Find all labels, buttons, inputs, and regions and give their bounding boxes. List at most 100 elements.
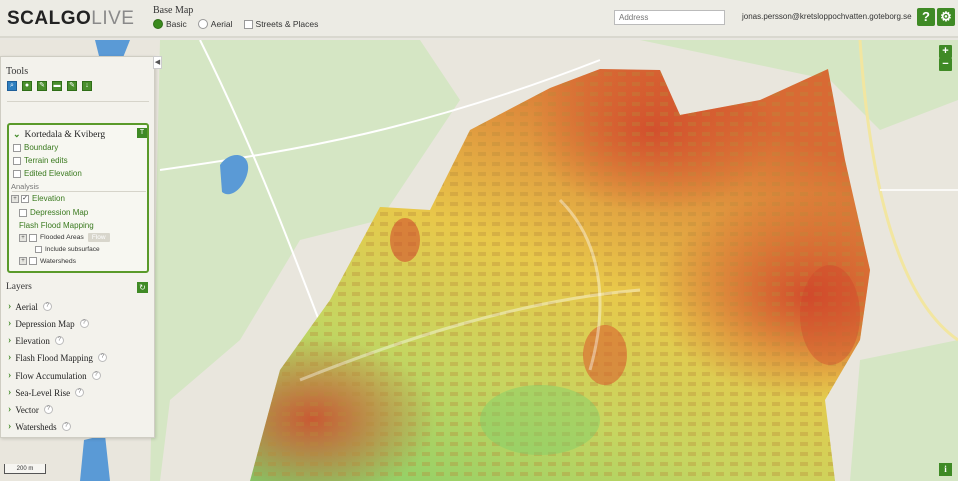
checkbox-edited-elevation[interactable]	[13, 169, 21, 178]
basemap-streets-label: Streets & Places	[255, 19, 319, 29]
chevron-right-icon: ›	[8, 404, 12, 415]
tools-title: Tools	[6, 66, 29, 77]
scalgo-logo[interactable]: SCALGOLIVE	[7, 8, 134, 30]
project-title: Kortedala & Kviberg	[24, 129, 106, 140]
tools-toolbar: ⌕ ● ✎ ▬ ✎ ↓	[7, 81, 92, 91]
checkbox-terrain-edits[interactable]	[13, 156, 21, 165]
help-button[interactable]: ?	[917, 8, 935, 26]
chevron-down-icon[interactable]: ⌄	[13, 129, 21, 140]
label-boundary: Boundary	[24, 143, 59, 152]
help-icon[interactable]: ?	[79, 319, 89, 328]
layer-item-watersheds[interactable]: › Watersheds ?	[8, 421, 71, 432]
include-subsurface[interactable]: Include subsurface	[35, 246, 100, 253]
refresh-icon[interactable]: ↻	[137, 282, 148, 293]
help-icon[interactable]: ?	[91, 371, 101, 380]
search-icon[interactable]: ⌕	[7, 81, 17, 91]
layer-item-depression-map[interactable]: › Depression Map ?	[8, 318, 89, 329]
scale-bar: 200 m	[4, 464, 46, 474]
basemap-basic-label: Basic	[166, 19, 187, 29]
analysis-watersheds[interactable]: + Watersheds	[19, 257, 76, 265]
help-icon[interactable]: ?	[43, 405, 53, 414]
expand-icon[interactable]: +	[19, 233, 27, 242]
pencil-icon[interactable]: ✎	[37, 81, 47, 91]
analysis-flash-flood: Flash Flood Mapping	[19, 221, 94, 230]
layer-terrain-edits[interactable]: Terrain edits	[13, 156, 68, 165]
project-tools-button[interactable]: T	[137, 128, 147, 138]
top-bar: SCALGOLIVE Base Map Basic Aerial Streets…	[0, 0, 958, 38]
layer-label: Aerial	[15, 301, 38, 312]
help-icon[interactable]: ?	[97, 353, 107, 362]
address-input[interactable]	[614, 10, 725, 25]
logo-sub: LIVE	[91, 8, 135, 29]
checkbox-streets[interactable]	[243, 19, 253, 29]
project-panel: ⌄ Kortedala & Kviberg T Boundary Terrain…	[7, 123, 149, 273]
layer-item-elevation[interactable]: › Elevation ?	[8, 335, 64, 346]
basemap-option-basic[interactable]: Basic	[153, 19, 187, 29]
basemap-option-aerial[interactable]: Aerial	[197, 19, 233, 29]
layer-item-aerial[interactable]: › Aerial ?	[8, 301, 52, 312]
label-flash-flood: Flash Flood Mapping	[19, 221, 94, 230]
collapse-panel-button[interactable]: ◀	[153, 56, 162, 69]
basemap-aerial-label: Aerial	[210, 19, 233, 29]
label-depression-map: Depression Map	[30, 208, 89, 217]
layer-item-sea-level-rise[interactable]: › Sea-Level Rise ?	[8, 387, 85, 398]
checkbox-elevation[interactable]: ✓	[21, 194, 29, 203]
expand-icon[interactable]: +	[11, 194, 19, 203]
gear-icon: ⚙	[940, 9, 952, 24]
basemap-option-streets[interactable]: Streets & Places	[243, 19, 319, 29]
pencil-icon[interactable]: ✎	[67, 81, 77, 91]
zoom-out-button[interactable]: −	[939, 58, 952, 71]
layer-item-flow-accumulation[interactable]: › Flow Accumulation ?	[8, 370, 101, 381]
layer-label: Elevation	[15, 335, 50, 346]
label-terrain-edits: Terrain edits	[24, 156, 68, 165]
layer-boundary[interactable]: Boundary	[13, 143, 58, 152]
analysis-elevation[interactable]: + ✓ Elevation	[11, 194, 65, 203]
analysis-flooded-areas[interactable]: + Flooded Areas Flow	[19, 233, 110, 242]
project-header[interactable]: ⌄ Kortedala & Kviberg	[13, 129, 105, 140]
layer-label: Depression Map	[15, 318, 75, 329]
layer-item-flash-flood[interactable]: › Flash Flood Mapping ?	[8, 352, 107, 363]
basemap-title: Base Map	[153, 5, 194, 16]
label-elevation: Elevation	[32, 194, 65, 203]
analysis-depression-map[interactable]: Depression Map	[19, 208, 88, 217]
zoom-in-button[interactable]: +	[939, 45, 952, 58]
layers-title: Layers	[6, 282, 32, 292]
chevron-right-icon: ›	[8, 387, 12, 398]
logo-main: SCALGO	[7, 8, 92, 29]
radio-aerial[interactable]	[197, 19, 208, 29]
basemap-selector: Base Map Basic Aerial Streets & Places	[153, 5, 323, 29]
checkbox-depression-map[interactable]	[19, 208, 27, 217]
layer-item-vector[interactable]: › Vector ?	[8, 404, 53, 415]
checkbox-flooded-areas[interactable]	[29, 233, 37, 242]
radio-basic[interactable]	[153, 19, 163, 29]
layer-label: Flash Flood Mapping	[15, 352, 93, 363]
checkbox-watersheds[interactable]	[29, 257, 37, 265]
info-button[interactable]: i	[939, 463, 952, 476]
help-icon[interactable]: ?	[42, 302, 52, 311]
user-email[interactable]: jonas.persson@kretsloppochvatten.gotebor…	[742, 12, 912, 21]
settings-button[interactable]: ⚙	[937, 8, 955, 26]
help-icon[interactable]: ?	[54, 336, 64, 345]
checkbox-boundary[interactable]	[13, 143, 21, 152]
analysis-divider	[12, 191, 146, 192]
divider	[7, 101, 149, 102]
flow-button[interactable]: Flow	[87, 233, 110, 242]
layer-edited-elevation[interactable]: Edited Elevation	[13, 169, 82, 178]
help-icon[interactable]: ?	[61, 422, 71, 431]
chevron-right-icon: ›	[8, 335, 12, 346]
chevron-right-icon: ›	[8, 370, 12, 381]
expand-icon[interactable]: +	[19, 257, 27, 265]
analysis-label: Analysis	[11, 182, 39, 191]
checkbox-include-subsurface[interactable]	[35, 246, 42, 253]
marker-icon[interactable]: ●	[22, 81, 32, 91]
layer-label: Flow Accumulation	[15, 370, 87, 381]
folder-icon[interactable]: ▬	[52, 81, 62, 91]
layer-label: Watersheds	[15, 421, 57, 432]
help-icon[interactable]: ?	[75, 388, 85, 397]
layer-label: Vector	[15, 404, 39, 415]
label-include-subsurface: Include subsurface	[45, 246, 100, 253]
label-edited-elevation: Edited Elevation	[24, 169, 82, 178]
download-icon[interactable]: ↓	[82, 81, 92, 91]
label-flooded-areas: Flooded Areas	[40, 234, 84, 241]
chevron-right-icon: ›	[8, 352, 12, 363]
